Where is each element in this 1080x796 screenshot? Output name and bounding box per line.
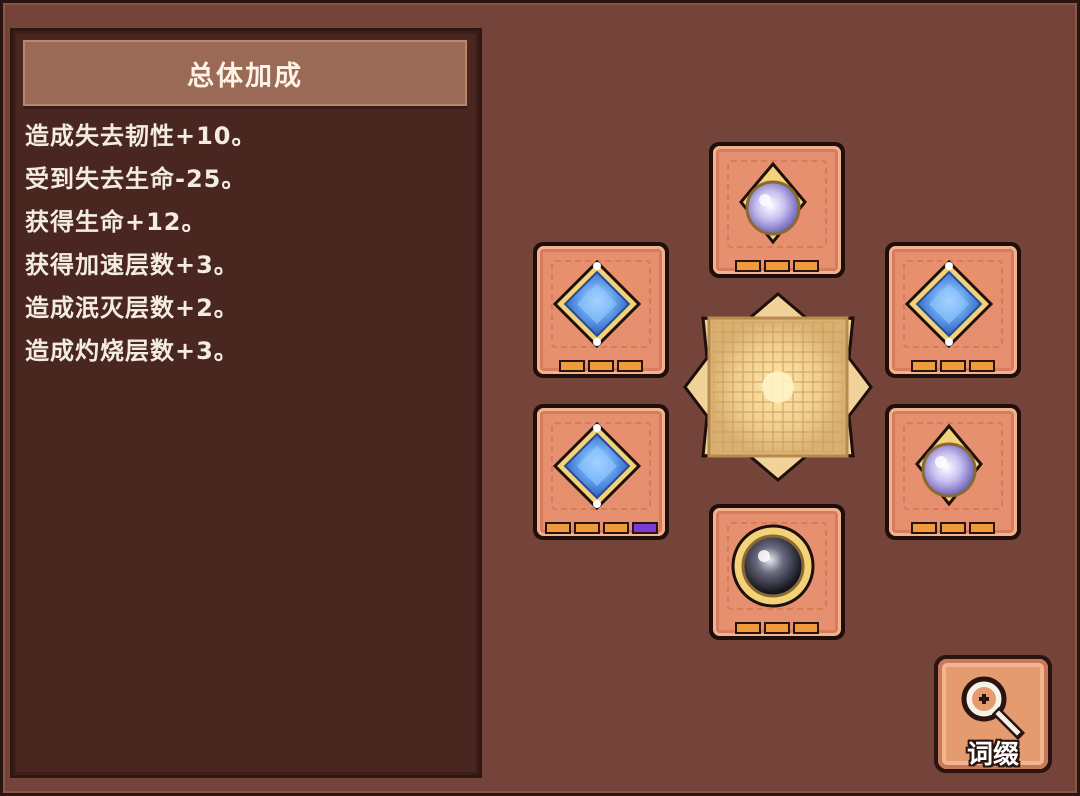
- blue-square-gem-icon: [552, 259, 642, 349]
- socket-pips: [885, 360, 1021, 372]
- socket-pips: [533, 522, 669, 534]
- gem-slot-bottom[interactable]: [709, 504, 845, 640]
- gem-slot-lower-right[interactable]: [885, 404, 1021, 540]
- gem-slot-upper-left[interactable]: [533, 242, 669, 378]
- blue-square-gem-icon: [904, 259, 994, 349]
- bonus-item: 获得加速层数+3。: [25, 251, 239, 279]
- socket-pips: [709, 260, 845, 272]
- bonus-list: 造成失去韧性+10。 受到失去生命-25。 获得生命+12。 获得加速层数+3。…: [25, 115, 257, 373]
- center-board: [683, 292, 873, 482]
- purple-teardrop-gem-icon: [739, 161, 807, 245]
- purple-teardrop-gem-icon: [915, 423, 983, 507]
- gem-slot-upper-right[interactable]: [885, 242, 1021, 378]
- socket-pips: [885, 522, 1021, 534]
- gem-slot-top[interactable]: [709, 142, 845, 278]
- magnifier-icon: [961, 676, 1026, 741]
- bonus-item: 造成泯灭层数+2。: [25, 294, 239, 322]
- panel-title: 总体加成: [23, 40, 467, 106]
- gem-slot-lower-left[interactable]: [533, 404, 669, 540]
- socket-pips: [533, 360, 669, 372]
- blue-square-gem-icon: [552, 421, 642, 511]
- affix-button[interactable]: 词缀: [934, 655, 1052, 773]
- bonus-item: 受到失去生命-25。: [25, 165, 247, 193]
- affix-button-label: 词缀: [966, 740, 1019, 770]
- bonus-item: 造成灼烧层数+3。: [25, 337, 239, 365]
- dark-orb-gem-icon: [731, 524, 815, 608]
- bonus-item: 获得生命+12。: [25, 208, 207, 236]
- socket-pips: [709, 622, 845, 634]
- total-bonus-panel: 总体加成 造成失去韧性+10。 受到失去生命-25。 获得生命+12。 获得加速…: [10, 28, 482, 778]
- bonus-item: 造成失去韧性+10。: [25, 122, 257, 150]
